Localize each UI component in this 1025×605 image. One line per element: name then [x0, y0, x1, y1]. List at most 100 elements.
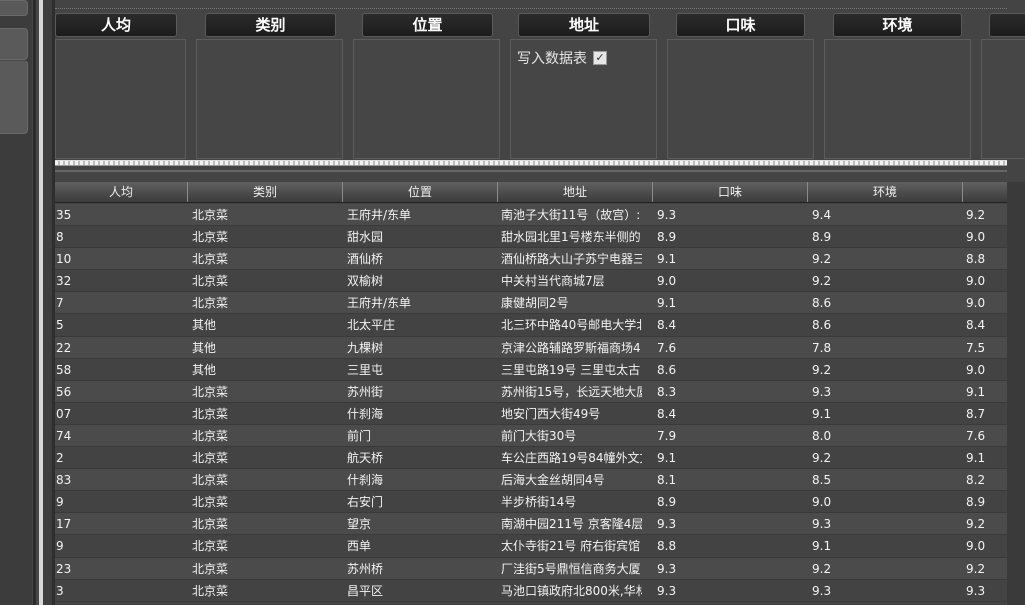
- cell-environment: 9.2: [812, 451, 832, 466]
- sidebar-button-lower[interactable]: [0, 60, 28, 134]
- field-header-avg[interactable]: 人均: [55, 13, 177, 37]
- table-row[interactable]: 32 北京菜 双榆树 中关村当代商城7层 9.0 9.2 9.0: [55, 270, 1007, 293]
- cell-category: 北京菜: [192, 406, 229, 421]
- table-row[interactable]: 3 北京菜 昌平区 马池口镇政府北800米,华林 9.3 9.3 9.3: [55, 579, 1007, 602]
- cell-taste: 8.1: [657, 473, 677, 488]
- main-panel: 人均 类别 位置 地址 口味 环境 写入数据表 ✓ 人均 类别 位置 地址 口味…: [55, 0, 1025, 605]
- field-header-category[interactable]: 类别: [205, 13, 336, 37]
- cell-address: 苏州街15号，长远天地大厦: [501, 384, 642, 399]
- cell-address: 车公庄西路19号84幢外文文: [501, 451, 642, 466]
- cell-extra: 9.0: [966, 539, 986, 554]
- cell-location: 甜水园: [347, 230, 384, 245]
- table-row[interactable]: 23 北京菜 苏州桥 厂洼街5号鼎恒信商务大厦 9.3 9.2 9.2: [55, 557, 1007, 580]
- column-header-address[interactable]: 地址: [498, 182, 653, 202]
- field-header-environment[interactable]: 环境: [833, 13, 962, 37]
- cell-address: 地安门西大街49号: [501, 406, 601, 421]
- cell-taste: 9.1: [657, 451, 677, 466]
- cell-address: 厂洼街5号鼎恒信商务大厦: [501, 561, 641, 576]
- cell-taste: 9.1: [657, 296, 677, 311]
- column-header-extra[interactable]: [963, 182, 1007, 202]
- cell-address: 后海大金丝胡同4号: [501, 473, 605, 488]
- cell-address: 南池子大街11号（故宫）:: [501, 208, 641, 222]
- cell-location: 王府井/东单: [347, 208, 412, 222]
- table-row[interactable]: 35 北京菜 王府井/东单 南池子大街11号（故宫）: 9.3 9.4 9.2: [55, 204, 1007, 227]
- cell-location: 航天桥: [347, 451, 384, 466]
- table-row[interactable]: 9 北京菜 西单 太仆寺街21号 府右街宾馆 8.8 9.1 9.0: [55, 535, 1007, 558]
- cell-environment: 8.9: [812, 230, 832, 245]
- field-box-category[interactable]: [196, 39, 343, 159]
- cell-category: 北京菜: [192, 384, 229, 399]
- cell-avg: 17: [56, 517, 72, 532]
- column-header-taste[interactable]: 口味: [653, 182, 808, 202]
- table-row[interactable]: 7 北京菜 王府井/东单 康健胡同2号 9.1 8.6 9.0: [55, 292, 1007, 315]
- table-row[interactable]: 22 其他 九棵树 京津公路辅路罗斯福商场4 7.6 7.8 7.5: [55, 336, 1007, 359]
- field-header-next[interactable]: [989, 13, 1025, 37]
- table-row[interactable]: 83 北京菜 什刹海 后海大金丝胡同4号 8.1 8.5 8.2: [55, 469, 1007, 492]
- cell-category: 北京菜: [192, 296, 229, 311]
- sidebar-button-middle[interactable]: [0, 28, 28, 60]
- cell-avg: 22: [56, 340, 72, 355]
- cell-location: 望京: [347, 517, 372, 532]
- column-header-location[interactable]: 位置: [343, 182, 498, 202]
- field-box-avg[interactable]: [55, 39, 186, 159]
- cell-location: 苏州街: [347, 384, 384, 399]
- cell-extra: 8.4: [966, 318, 986, 333]
- field-header-address[interactable]: 地址: [518, 13, 650, 37]
- write-to-table-checkbox[interactable]: ✓: [593, 51, 607, 65]
- cell-environment: 9.1: [812, 406, 832, 421]
- table-row[interactable]: 5 其他 北太平庄 北三环中路40号邮电大学北 8.4 8.6 8.4: [55, 314, 1007, 337]
- column-header-category[interactable]: 类别: [188, 182, 343, 202]
- column-header-environment[interactable]: 环境: [808, 182, 963, 202]
- splitter-shadow: [33, 0, 36, 605]
- cell-environment: 8.5: [812, 473, 832, 488]
- cell-environment: 8.0: [812, 428, 832, 443]
- field-box-address[interactable]: 写入数据表 ✓: [510, 39, 657, 159]
- cell-location: 昌平区: [347, 583, 384, 598]
- table-row[interactable]: 8 北京菜 甜水园 甜水园北里1号楼东半侧的 8.9 8.9 9.0: [55, 226, 1007, 249]
- cell-taste: 8.8: [657, 539, 677, 554]
- table-row[interactable]: 10 北京菜 酒仙桥 酒仙桥路大山子苏宁电器三 9.1 9.2 8.8: [55, 248, 1007, 271]
- cell-category: 北京菜: [192, 230, 229, 245]
- field-box-taste[interactable]: [667, 39, 814, 159]
- cell-taste: 9.3: [657, 208, 677, 222]
- cell-taste: 9.3: [657, 517, 677, 532]
- field-header-location[interactable]: 位置: [362, 13, 493, 37]
- table-row[interactable]: 58 其他 三里屯 三里屯路19号 三里屯太古 8.6 9.2 9.0: [55, 358, 1007, 381]
- table-row[interactable]: 17 北京菜 望京 南湖中园211号 京客隆4层 9.3 9.3 9.2: [55, 513, 1007, 536]
- field-box-next[interactable]: [981, 39, 1025, 159]
- table-row[interactable]: 56 北京菜 苏州街 苏州街15号，长远天地大厦 8.3 9.3 9.1: [55, 380, 1007, 403]
- cell-avg: 10: [56, 252, 72, 267]
- cell-address: 三里屯路19号 三里屯太古: [501, 362, 641, 377]
- cell-avg: 8: [56, 230, 64, 245]
- panel-resize-divider[interactable]: [55, 160, 1007, 166]
- field-box-environment[interactable]: [824, 39, 971, 159]
- cell-avg: 74: [56, 428, 72, 443]
- cell-category: 其他: [192, 340, 217, 355]
- cell-category: 北京菜: [192, 451, 229, 466]
- sidebar-button-top[interactable]: [0, 0, 28, 16]
- table-row[interactable]: 2 北京菜 航天桥 车公庄西路19号84幢外文文 9.1 9.2 9.1: [55, 447, 1007, 470]
- table-right-gutter: [1007, 182, 1025, 605]
- cell-avg: 56: [56, 384, 72, 399]
- column-header-avg[interactable]: 人均: [55, 182, 188, 202]
- cell-extra: 9.1: [966, 384, 986, 399]
- cell-address: 京津公路辅路罗斯福商场4: [501, 340, 641, 355]
- cell-location: 三里屯: [347, 362, 384, 377]
- cell-environment: 8.6: [812, 296, 832, 311]
- cell-address: 中关村当代商城7层: [501, 274, 605, 289]
- field-box-location[interactable]: [353, 39, 500, 159]
- cell-extra: 9.0: [966, 274, 986, 289]
- cell-location: 前门: [347, 428, 372, 443]
- table-body: 35 北京菜 王府井/东单 南池子大街11号（故宫）: 9.3 9.4 9.2 8 北京菜 甜水园…: [55, 204, 1007, 602]
- cell-extra: 9.0: [966, 362, 986, 377]
- cell-extra: 9.3: [966, 583, 986, 598]
- cell-avg: 58: [56, 362, 72, 377]
- table-row[interactable]: 9 北京菜 右安门 半步桥街14号 8.9 9.0 8.9: [55, 491, 1007, 514]
- cell-category: 北京菜: [192, 274, 229, 289]
- field-header-taste[interactable]: 口味: [676, 13, 805, 37]
- table-row[interactable]: 74 北京菜 前门 前门大街30号 7.9 8.0 7.6: [55, 424, 1007, 448]
- write-to-table-option[interactable]: 写入数据表 ✓: [517, 48, 607, 68]
- table-row[interactable]: 07 北京菜 什刹海 地安门西大街49号 8.4 9.1 8.7: [55, 402, 1007, 425]
- cell-avg: 5: [56, 318, 64, 333]
- cell-location: 右安门: [347, 495, 384, 510]
